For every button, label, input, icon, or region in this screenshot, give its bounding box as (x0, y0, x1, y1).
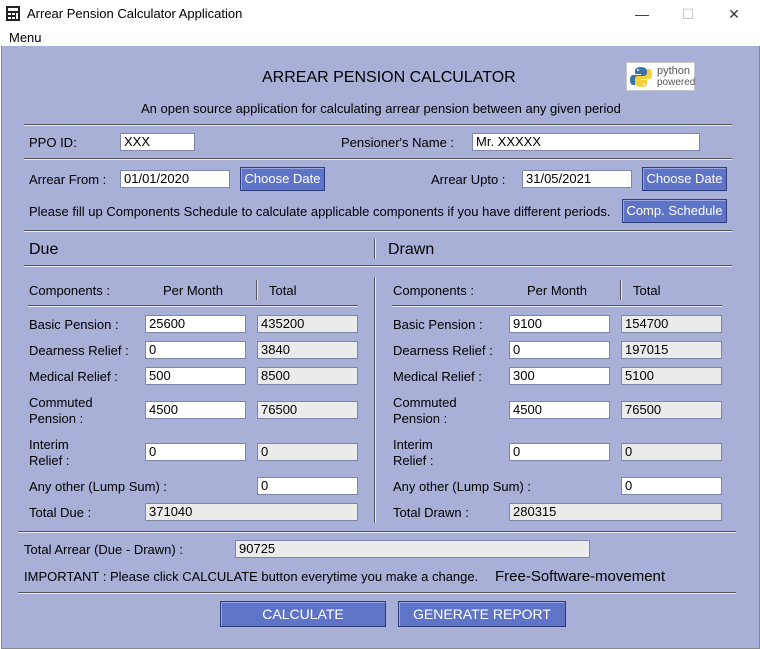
due-components-header: Components : (29, 283, 110, 298)
arrear-upto-label: Arrear Upto : (431, 172, 506, 187)
drawn-interim-per-month-input[interactable]: 0 (509, 443, 610, 461)
divider (18, 592, 736, 594)
drawn-total-header: Total (633, 283, 661, 298)
divider (18, 531, 736, 533)
divider (392, 305, 722, 307)
drawn-other-label: Any other (Lump Sum) : (393, 479, 531, 494)
drawn-per-month-header: Per Month (527, 283, 587, 298)
due-interim-label-line1: Interim (29, 437, 69, 452)
python-logo-icon (630, 67, 652, 87)
due-dearness-total: 3840 (257, 341, 358, 359)
divider (620, 280, 622, 300)
app-heading: ARREAR PENSION CALCULATOR (262, 69, 516, 86)
arrear-from-input[interactable]: 01/01/2020 (120, 170, 230, 188)
app-subtitle: An open source application for calculati… (141, 101, 621, 116)
drawn-interim-total: 0 (621, 443, 722, 461)
generate-report-button[interactable]: GENERATE REPORT (398, 601, 566, 627)
due-medical-per-month-input[interactable]: 500 (145, 367, 246, 385)
schedule-note: Please fill up Components Schedule to ca… (29, 204, 611, 219)
divider (256, 280, 258, 300)
pensioner-name-label: Pensioner's Name : (341, 135, 455, 150)
due-medical-total: 8500 (257, 367, 358, 385)
drawn-commuted-total: 76500 (621, 401, 722, 419)
total-drawn-label: Total Drawn : (393, 505, 469, 520)
app-icon (6, 6, 20, 21)
divider (24, 124, 732, 126)
drawn-heading: Drawn (388, 241, 435, 258)
calculate-button[interactable]: CALCULATE (220, 601, 386, 627)
drawn-medical-total: 5100 (621, 367, 722, 385)
menu-item[interactable]: Menu (9, 30, 42, 45)
total-arrear-label: Total Arrear (Due - Drawn) : (24, 542, 183, 557)
due-medical-label: Medical Relief : (29, 369, 118, 384)
drawn-commuted-per-month-input[interactable]: 4500 (509, 401, 610, 419)
due-other-total-input[interactable]: 0 (257, 477, 358, 495)
divider (24, 158, 732, 160)
due-basic-label: Basic Pension : (29, 317, 119, 332)
comp-schedule-button[interactable]: Comp. Schedule (622, 199, 727, 223)
total-due-label: Total Due : (29, 505, 92, 520)
due-basic-total: 435200 (257, 315, 358, 333)
arrear-upto-choose-date-button[interactable]: Choose Date (642, 167, 727, 191)
arrear-from-choose-date-button[interactable]: Choose Date (240, 167, 325, 191)
due-interim-label-line2: Relief : (29, 453, 70, 468)
due-per-month-header: Per Month (163, 283, 223, 298)
divider (374, 277, 376, 523)
due-other-label: Any other (Lump Sum) : (29, 479, 167, 494)
due-dearness-label: Dearness Relief : (29, 343, 129, 358)
drawn-dearness-label: Dearness Relief : (393, 343, 493, 358)
drawn-dearness-total: 197015 (621, 341, 722, 359)
window-title: Arrear Pension Calculator Application (27, 6, 243, 21)
pensioner-name-input[interactable]: Mr. XXXXX (472, 133, 700, 151)
drawn-basic-per-month-input[interactable]: 9100 (509, 315, 610, 333)
ppo-id-label: PPO ID: (29, 135, 77, 150)
drawn-commuted-label-line1: Commuted (393, 395, 457, 410)
arrear-from-label: Arrear From : (29, 172, 107, 187)
due-heading: Due (29, 241, 59, 258)
close-button[interactable]: ✕ (711, 0, 757, 28)
divider (374, 239, 376, 259)
total-due-value: 371040 (145, 503, 358, 521)
drawn-dearness-per-month-input[interactable]: 0 (509, 341, 610, 359)
maximize-button[interactable]: ☐ (665, 0, 711, 28)
due-commuted-total: 76500 (257, 401, 358, 419)
due-basic-per-month-input[interactable]: 25600 (145, 315, 246, 333)
minimize-button[interactable]: — (619, 0, 665, 28)
logo-text-python: python (657, 65, 691, 77)
due-commuted-label-line1: Commuted (29, 395, 93, 410)
drawn-interim-label-line2: Relief : (393, 453, 434, 468)
drawn-components-header: Components : (393, 283, 474, 298)
drawn-commuted-label-line2: Pension : (393, 411, 448, 426)
due-total-header: Total (269, 283, 297, 298)
total-drawn-value: 280315 (509, 503, 722, 521)
arrear-upto-input[interactable]: 31/05/2021 (522, 170, 632, 188)
due-interim-per-month-input[interactable]: 0 (145, 443, 246, 461)
python-powered-logo: python powered (626, 62, 695, 91)
drawn-other-total-input[interactable]: 0 (621, 477, 722, 495)
due-commuted-label-line2: Pension : (29, 411, 84, 426)
divider (24, 230, 732, 232)
logo-text-powered: powered (657, 77, 696, 88)
ppo-id-input[interactable]: XXX (120, 133, 195, 151)
drawn-medical-per-month-input[interactable]: 300 (509, 367, 610, 385)
due-interim-total: 0 (257, 443, 358, 461)
menu-bar (0, 28, 760, 46)
divider (24, 265, 732, 267)
due-dearness-per-month-input[interactable]: 0 (145, 341, 246, 359)
total-arrear-value: 90725 (235, 540, 590, 558)
drawn-basic-total: 154700 (621, 315, 722, 333)
drawn-interim-label-line1: Interim (393, 437, 433, 452)
important-note: IMPORTANT : Please click CALCULATE butto… (24, 569, 479, 584)
drawn-medical-label: Medical Relief : (393, 369, 482, 384)
due-commuted-per-month-input[interactable]: 4500 (145, 401, 246, 419)
drawn-basic-label: Basic Pension : (393, 317, 483, 332)
free-software-tagline: Free-Software-movement (495, 568, 666, 585)
divider (28, 305, 358, 307)
